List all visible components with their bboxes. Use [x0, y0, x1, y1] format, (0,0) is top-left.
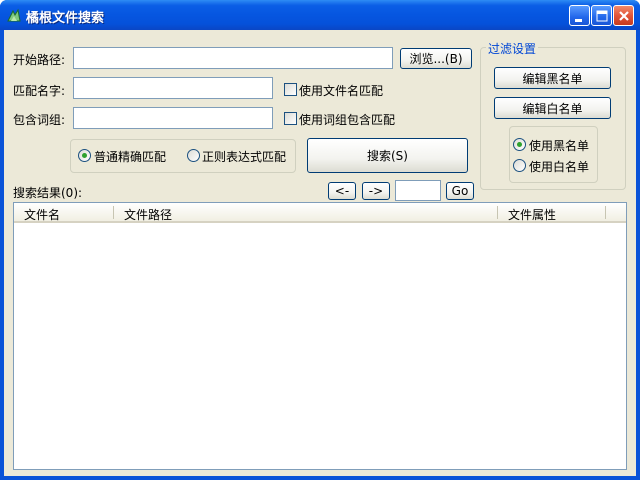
column-divider[interactable] — [113, 206, 114, 219]
search-button[interactable]: 搜索(S) — [307, 138, 468, 173]
browse-button[interactable]: 浏览...(B) — [400, 48, 472, 69]
exact-match-radio[interactable] — [78, 149, 91, 162]
minimize-icon — [575, 19, 582, 22]
start-path-input[interactable] — [73, 47, 393, 69]
app-icon — [7, 8, 21, 22]
column-header-filename[interactable]: 文件名 — [24, 206, 60, 223]
match-name-input[interactable] — [73, 77, 273, 99]
filter-settings-title: 过滤设置 — [486, 40, 539, 57]
maximize-button[interactable] — [591, 5, 612, 26]
exact-match-label[interactable]: 普通精确匹配 — [94, 148, 166, 165]
close-button[interactable] — [613, 5, 634, 26]
client-area: 开始路径: 浏览...(B) 匹配名字: 使用文件名匹配 包含词组: 使用词组包… — [4, 30, 636, 476]
use-whitelist-radio[interactable] — [513, 159, 526, 172]
results-count-label: 搜索结果(0): — [13, 186, 83, 200]
start-path-label: 开始路径: — [13, 53, 66, 67]
regex-match-radio[interactable] — [187, 149, 200, 162]
filename-match-label[interactable]: 使用文件名匹配 — [299, 82, 383, 99]
regex-match-label[interactable]: 正则表达式匹配 — [202, 148, 286, 165]
contains-words-label: 包含词组: — [13, 113, 66, 127]
column-divider[interactable] — [605, 206, 606, 219]
use-blacklist-radio[interactable] — [513, 138, 526, 151]
use-whitelist-label[interactable]: 使用白名单 — [529, 158, 589, 175]
phrase-match-label[interactable]: 使用词组包含匹配 — [299, 111, 395, 128]
window-title: 橘根文件搜索 — [26, 11, 105, 26]
minimize-button[interactable] — [569, 5, 590, 26]
match-name-label: 匹配名字: — [13, 84, 66, 98]
radio-selected-dot — [82, 153, 87, 158]
column-header-attributes[interactable]: 文件属性 — [508, 206, 556, 223]
column-divider[interactable] — [497, 206, 498, 219]
filename-match-checkbox[interactable] — [284, 83, 297, 96]
phrase-match-checkbox[interactable] — [284, 112, 297, 125]
edit-whitelist-button[interactable]: 编辑白名单 — [494, 97, 611, 119]
edit-blacklist-button[interactable]: 编辑黑名单 — [494, 67, 611, 89]
app-window: 橘根文件搜索 开始路径: 浏览...(B) 匹配名字: 使用文件名匹配 包含词组… — [0, 0, 640, 480]
radio-selected-dot — [517, 142, 522, 147]
close-icon — [619, 11, 629, 21]
title-bar[interactable]: 橘根文件搜索 — [0, 0, 640, 30]
prev-page-button[interactable]: <- — [328, 182, 356, 200]
contains-words-input[interactable] — [73, 107, 273, 129]
results-list-header: 文件名 文件路径 文件属性 — [14, 203, 626, 223]
next-page-button[interactable]: -> — [362, 182, 390, 200]
go-button[interactable]: Go — [446, 182, 474, 200]
use-blacklist-label[interactable]: 使用黑名单 — [529, 137, 589, 154]
maximize-icon — [596, 10, 608, 22]
results-list[interactable]: 文件名 文件路径 文件属性 — [13, 202, 627, 470]
page-number-input[interactable] — [395, 180, 441, 201]
column-header-filepath[interactable]: 文件路径 — [124, 206, 172, 223]
